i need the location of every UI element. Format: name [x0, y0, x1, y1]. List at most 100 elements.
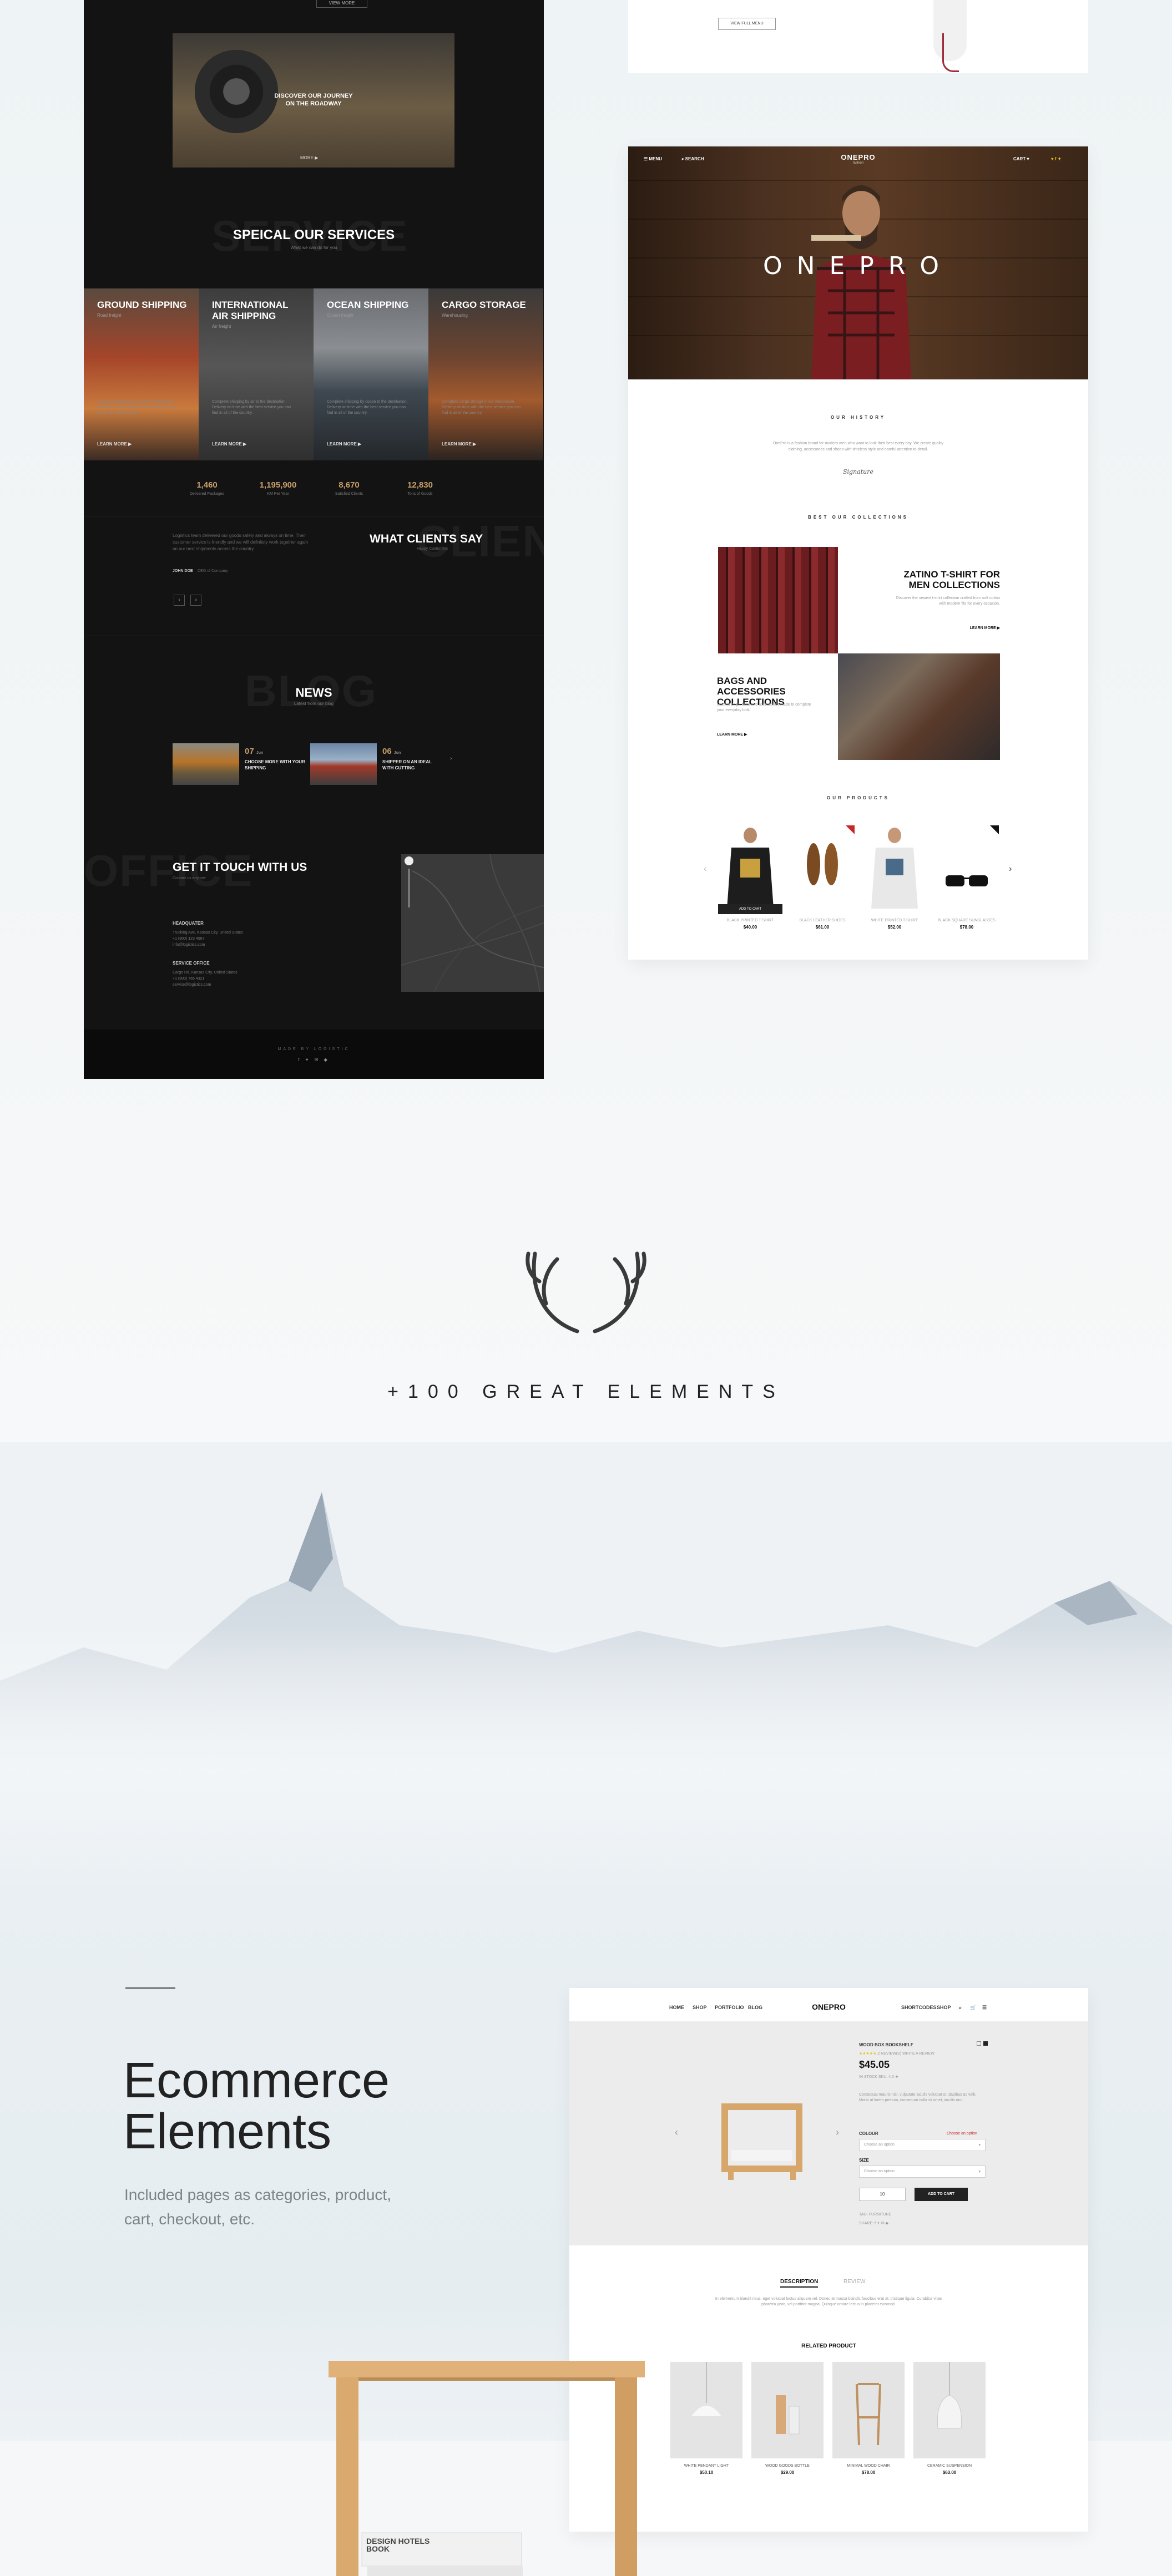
- colour-hint: Choose an option: [947, 2132, 977, 2136]
- chef-image: [917, 0, 967, 73]
- book-cover-text: DESIGN HOTELS BOOK: [366, 2537, 430, 2553]
- product-name: BLACK PRINTED T-SHIRT: [726, 919, 774, 922]
- colour-select[interactable]: Choose an option ▾: [859, 2139, 986, 2151]
- description-text: In elementum blandit risus, eget volutpa…: [715, 2297, 942, 2306]
- logo[interactable]: ONEPRO: [569, 2002, 1088, 2011]
- news-next-arrow[interactable]: ›: [450, 755, 452, 762]
- bags-collection-image[interactable]: [838, 653, 1000, 760]
- related-product-price: $29.00: [780, 2470, 795, 2475]
- signature: Signature: [842, 468, 873, 475]
- tshirt-collection-image[interactable]: [718, 547, 838, 653]
- rating-stars: ★★★★★ 2 REVIEW(S) WRITE A REVIEW: [859, 2052, 935, 2056]
- contact-subtitle: Contact us anytime: [173, 876, 206, 880]
- view-full-menu-button[interactable]: VIEW FULL MENU: [718, 18, 776, 30]
- related-product-price: $63.00: [942, 2470, 957, 2475]
- service-learn-more[interactable]: LEARN MORE ▶: [327, 442, 361, 447]
- product-card[interactable]: WHITE PRINTED T-SHIRT $52.00: [862, 825, 927, 930]
- related-product-image: [913, 2362, 986, 2458]
- related-product-card[interactable]: MINIMAL WOOD CHAIR $78.00: [832, 2362, 905, 2475]
- add-to-cart-button[interactable]: ADD TO CART: [915, 2188, 968, 2201]
- collections-heading: BEST OUR COLLECTIONS: [808, 515, 908, 520]
- product-card[interactable]: BLACK SQUARE SUNGLASSES $78.00: [934, 825, 999, 930]
- related-products-heading: RELATED PRODUCT: [801, 2343, 856, 2349]
- related-product-card[interactable]: WOOD GOODS BOTTLE $29.00: [751, 2362, 824, 2475]
- service-card[interactable]: INTERNATIONAL AIR SHIPPING Air freight C…: [199, 288, 314, 460]
- news-image: [310, 743, 377, 785]
- map-roads: [401, 854, 544, 992]
- product-availability: IN STOCK SKU: 4.0 ★: [859, 2075, 899, 2079]
- image-prev-arrow[interactable]: ‹: [675, 2127, 678, 2138]
- grid-view-icon[interactable]: [977, 2041, 981, 2046]
- products-prev-arrow[interactable]: ‹: [704, 864, 706, 874]
- testimonial-prev-button[interactable]: ‹: [174, 595, 185, 606]
- view-more-button[interactable]: VIEW MORE: [316, 0, 367, 8]
- history-text: OnePro is a fashion brand for modern men…: [772, 442, 944, 452]
- news-card[interactable]: 07 Jun CHOOSE MORE WITH YOUR SHIPPING: [173, 743, 311, 785]
- cart-button[interactable]: CART ▾: [1013, 156, 1029, 161]
- product-page-preview: HOME SHOP PORTFOLIO BLOG ONEPRO SHORTCOD…: [569, 1988, 1088, 2532]
- stat-item: 12,830 Tons of Goods: [392, 480, 448, 496]
- product-price: $61.00: [815, 925, 830, 930]
- related-product-card[interactable]: CERAMIC SUSPENSION $63.00: [913, 2362, 986, 2475]
- product-card[interactable]: BLACK LEATHER SHOES $61.00: [790, 825, 855, 930]
- list-view-icon[interactable]: [983, 2041, 988, 2046]
- service-learn-more[interactable]: LEARN MORE ▶: [212, 442, 246, 447]
- logistics-page-preview: VIEW MORE DISCOVER OUR JOURNEY ON THE RO…: [84, 0, 544, 1079]
- footer-social-icons[interactable]: f ✦ ✉ ◆: [84, 1057, 544, 1062]
- bags-collection-text: Leather bags, belts and accessories made…: [717, 703, 811, 712]
- search-icon[interactable]: ⌕: [959, 2005, 962, 2011]
- tab-review[interactable]: REVIEW: [843, 2279, 865, 2285]
- service-subtitle: Warehousing: [442, 313, 468, 318]
- related-product-image: [751, 2362, 824, 2458]
- hero-banner: ☰ MENU ⌕ SEARCH ONEPRO fashion CART ▾ ♥ …: [628, 146, 1088, 379]
- social-icons[interactable]: ♥ f ✦: [1051, 156, 1062, 161]
- service-text: Complete shipping by land to the destina…: [97, 400, 176, 415]
- stat-label: Delivered Packages: [189, 492, 225, 496]
- stat-item: 8,670 Satisfied Clients: [321, 480, 377, 496]
- made-by-text: MADE BY LOGISTIC: [277, 1047, 350, 1051]
- news-image: [173, 743, 239, 785]
- add-to-cart-button[interactable]: ADD TO CART: [718, 904, 782, 914]
- product-image: [862, 825, 927, 914]
- logo-subtitle: fashion: [852, 161, 864, 165]
- service-card[interactable]: OCEAN SHIPPING Ocean freight Complete sh…: [314, 288, 428, 460]
- image-next-arrow[interactable]: ›: [836, 2127, 839, 2138]
- tab-description[interactable]: DESCRIPTION: [780, 2279, 819, 2288]
- map-zoom-slider[interactable]: [408, 869, 410, 907]
- service-card[interactable]: GROUND SHIPPING Road freight Complete sh…: [84, 288, 199, 460]
- nav-shop-right[interactable]: SHOP: [937, 2005, 951, 2010]
- testimonial-next-button[interactable]: ›: [190, 595, 201, 606]
- related-product-price: $50.10: [699, 2470, 714, 2475]
- related-product-name: MINIMAL WOOD CHAIR: [847, 2464, 890, 2468]
- product-image: [934, 825, 999, 914]
- service-learn-more[interactable]: LEARN MORE ▶: [442, 442, 476, 447]
- tshirt-collection-link[interactable]: LEARN MORE ▶: [944, 626, 1000, 630]
- quantity-stepper[interactable]: 10: [859, 2188, 906, 2201]
- product-card[interactable]: ADD TO CART BLACK PRINTED T-SHIRT $40.00: [718, 825, 782, 930]
- bags-collection-link[interactable]: LEARN MORE ▶: [717, 732, 747, 737]
- service-office-text: Cargo Rd, Kansas City, United States +1 …: [173, 971, 238, 987]
- share-icons[interactable]: SHARE: f ✦ ✉ ◆: [859, 2221, 888, 2227]
- section-subtitle: Included pages as categories, product, c…: [124, 2186, 391, 2228]
- map-pin-icon: [405, 856, 413, 865]
- product-tags: TAG: FURNITURE: [859, 2213, 892, 2217]
- antler-logo-icon: [526, 1251, 646, 1333]
- service-card[interactable]: CARGO STORAGE Warehousing Complete cargo…: [428, 288, 543, 460]
- products-next-arrow[interactable]: ›: [1009, 864, 1012, 874]
- hero-more-link[interactable]: MORE ▶: [300, 155, 318, 160]
- testimonial-author: JOHN DOE: [173, 569, 193, 573]
- menu-icon[interactable]: ☰: [982, 2005, 987, 2011]
- service-learn-more[interactable]: LEARN MORE ▶: [97, 442, 132, 447]
- clients-title: WHAT CLIENTS SAY: [370, 533, 483, 545]
- map[interactable]: [401, 854, 544, 992]
- size-select[interactable]: Choose an option ▾: [859, 2166, 986, 2178]
- service-title: INTERNATIONAL AIR SHIPPING: [212, 300, 289, 321]
- related-product-card[interactable]: WHITE PENDANT LIGHT $50.10: [670, 2362, 742, 2475]
- nav-shortcodes[interactable]: SHORTCODES: [901, 2005, 937, 2010]
- product-image: ADD TO CART: [718, 825, 782, 914]
- related-product-name: WHITE PENDANT LIGHT: [684, 2464, 729, 2468]
- product-image: [790, 825, 855, 914]
- cart-icon[interactable]: 🛒: [970, 2005, 976, 2011]
- news-card[interactable]: 06 Jun SHIPPER ON AN IDEAL WITH CUTTING: [310, 743, 449, 785]
- service-office-label: SERVICE OFFICE: [173, 961, 210, 966]
